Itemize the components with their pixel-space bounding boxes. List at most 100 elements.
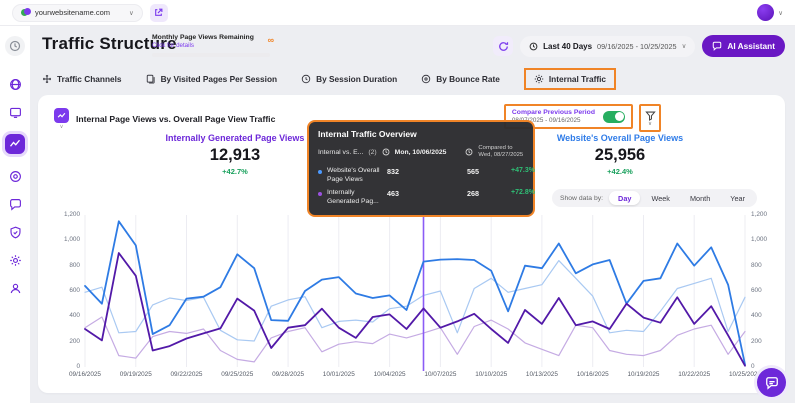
user-icon <box>9 282 22 295</box>
external-link-icon <box>154 8 163 17</box>
avatar <box>757 4 774 21</box>
tooltip-row-change: +72.8% <box>511 189 535 196</box>
compare-toggle[interactable] <box>603 111 625 123</box>
x-tick-label: 09/22/2025 <box>171 371 203 378</box>
header-controls: Last 40 Days 09/16/2025 - 10/25/2025 ∨ A… <box>493 35 785 57</box>
metric-overall-change: +42.4% <box>515 167 725 176</box>
series-dot-purple <box>318 192 322 196</box>
y-tick-label: 400 <box>749 312 781 319</box>
x-tick-label: 09/28/2025 <box>272 371 304 378</box>
sidebar-item-traffic[interactable] <box>5 134 25 154</box>
user-menu[interactable]: ∨ <box>757 4 783 21</box>
quota-label: Monthly Page Views Remaining <box>152 34 270 41</box>
sidebar-item-settings[interactable] <box>5 250 25 270</box>
chart-widget-icon[interactable] <box>54 108 69 123</box>
move-arrows-icon <box>42 74 52 84</box>
chat-icon <box>712 41 722 51</box>
x-tick-label: 10/25/2025 <box>729 371 761 378</box>
tab-label: Traffic Channels <box>57 74 122 84</box>
tab-label: Internal Traffic <box>549 74 606 84</box>
granularity-day[interactable]: Day <box>609 191 640 205</box>
site-favicon <box>21 8 30 17</box>
support-chat-button[interactable] <box>757 368 786 397</box>
timer-icon <box>301 74 311 84</box>
y-axis-left: 02004006008001,0001,200 <box>42 215 80 367</box>
refresh-button[interactable] <box>493 36 513 56</box>
chat-icon <box>765 376 779 390</box>
range-label: Last 40 Days <box>543 42 592 51</box>
tooltip-row-current: 463 <box>387 189 467 198</box>
tooltip-metric-count: (2) <box>368 149 376 156</box>
tab-visited-pages-per-session[interactable]: By Visited Pages Per Session <box>146 74 278 84</box>
chevron-down-icon: ∨ <box>778 9 783 17</box>
sidebar-item-messages[interactable] <box>5 194 25 214</box>
sun-icon <box>534 74 544 84</box>
y-tick-label: 1,000 <box>42 236 80 243</box>
target-icon <box>421 74 431 84</box>
tooltip-compared-date: Wed, 08/27/2025 <box>478 152 523 158</box>
topbar: yourwebsitename.com ∨ ∨ <box>0 0 795 26</box>
sidebar-item-pages[interactable] <box>5 102 25 122</box>
chart-plot-area[interactable] <box>85 215 745 367</box>
granularity-switcher: Show data by: Day Week Month Year <box>552 189 757 207</box>
chevron-down-icon: ∨ <box>129 9 134 17</box>
x-tick-label: 09/19/2025 <box>120 371 152 378</box>
tab-bar: Traffic Channels By Visited Pages Per Se… <box>42 68 616 90</box>
x-tick-label: 09/16/2025 <box>69 371 101 378</box>
granularity-month[interactable]: Month <box>681 191 719 205</box>
tab-session-duration[interactable]: By Session Duration <box>301 74 397 84</box>
sidebar-item-history[interactable] <box>5 36 25 56</box>
tooltip-row-previous: 268 <box>467 189 511 198</box>
y-tick-label: 600 <box>42 287 80 294</box>
gear-icon <box>9 254 22 267</box>
refresh-icon <box>498 41 509 52</box>
tooltip-metric-name: Internal vs. E... <box>318 149 363 156</box>
range-dates: 09/16/2025 - 10/25/2025 <box>597 42 677 51</box>
y-tick-label: 400 <box>42 312 80 319</box>
x-tick-label: 09/25/2025 <box>221 371 253 378</box>
tab-internal-traffic[interactable]: Internal Traffic <box>524 68 616 90</box>
chart-card: ∨ Internal Page Views vs. Overall Page V… <box>38 95 785 393</box>
tooltip-header: Internal vs. E... (2) Mon, 10/06/2025 Co… <box>318 145 524 160</box>
y-tick-label: 200 <box>42 338 80 345</box>
open-site-button[interactable] <box>150 4 168 22</box>
x-tick-label: 10/07/2025 <box>424 371 456 378</box>
x-tick-label: 10/04/2025 <box>374 371 406 378</box>
tooltip-row-current: 832 <box>387 167 467 176</box>
filter-button[interactable]: ∨ <box>639 104 661 132</box>
sidebar-item-goals[interactable] <box>5 166 25 186</box>
y-tick-label: 800 <box>749 262 781 269</box>
x-tick-label: 10/19/2025 <box>628 371 660 378</box>
y-tick-label: 200 <box>749 338 781 345</box>
sidebar <box>0 26 30 403</box>
tooltip-current-date: Mon, 10/06/2025 <box>395 149 447 156</box>
quota-details-link[interactable]: Click for details <box>152 42 270 49</box>
chevron-down-icon: ∨ <box>59 124 63 130</box>
site-selector[interactable]: yourwebsitename.com ∨ <box>12 4 143 22</box>
date-range-picker[interactable]: Last 40 Days 09/16/2025 - 10/25/2025 ∨ <box>520 36 695 57</box>
granularity-label: Show data by: <box>560 195 603 202</box>
metric-overall: Website's Overall Page Views 25,956 +42.… <box>515 133 725 176</box>
sidebar-item-account[interactable] <box>5 278 25 298</box>
x-tick-label: 10/01/2025 <box>323 371 355 378</box>
tab-traffic-channels[interactable]: Traffic Channels <box>42 74 122 84</box>
globe-icon <box>9 78 22 91</box>
sidebar-item-security[interactable] <box>5 222 25 242</box>
ai-assistant-button[interactable]: AI Assistant <box>702 35 785 57</box>
sidebar-item-overview[interactable] <box>5 74 25 94</box>
granularity-year[interactable]: Year <box>721 191 754 205</box>
traffic-chart-icon <box>9 138 21 150</box>
card-title-row: ∨ Internal Page Views vs. Overall Page V… <box>54 108 275 130</box>
tooltip-row-name: Website's Overall Page Views <box>327 167 387 185</box>
tooltip-row: Internally Generated Pag... 463 268 +72.… <box>318 189 524 207</box>
clock-icon <box>9 40 21 52</box>
tooltip-compared-label: Compared to <box>478 145 512 151</box>
pages-icon <box>146 74 156 84</box>
clock-icon <box>465 148 473 156</box>
chevron-down-icon: ∨ <box>682 42 687 50</box>
site-name: yourwebsitename.com <box>35 8 110 17</box>
granularity-week[interactable]: Week <box>642 191 679 205</box>
clock-icon <box>529 42 538 51</box>
tab-bounce-rate[interactable]: By Bounce Rate <box>421 74 500 84</box>
card-title: Internal Page Views vs. Overall Page Vie… <box>76 114 275 124</box>
